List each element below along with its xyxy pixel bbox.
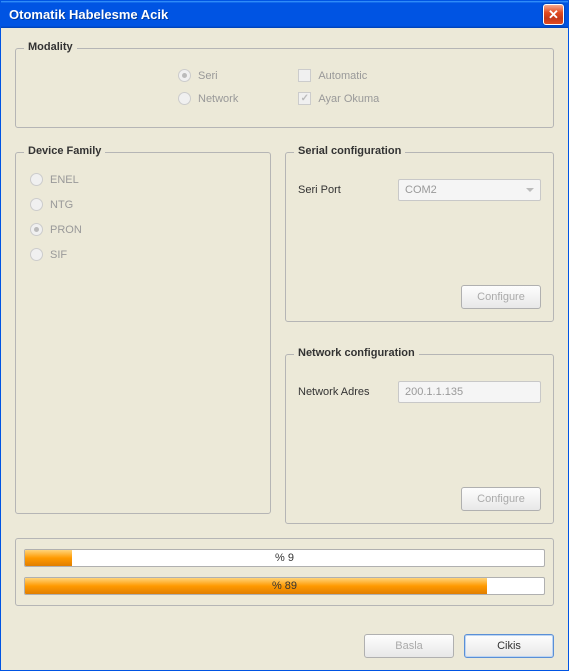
radio-network-label: Network [198,93,238,105]
modality-fieldset: Modality Seri Network Automatic [15,48,554,128]
device-family-list: ENEL NTG PRON SIF [28,167,258,261]
progress-label-2: % 89 [25,578,544,594]
progress-panel: % 9 % 89 [15,538,554,606]
network-config-fieldset: Network configuration Network Adres 200.… [285,354,554,524]
content-area: Modality Seri Network Automatic [1,28,568,670]
device-family-item: SIF [30,248,256,261]
basla-button[interactable]: Basla [364,634,454,658]
modality-legend: Modality [24,41,77,53]
network-configure-button[interactable]: Configure [461,487,541,511]
titlebar: Otomatik Habelesme Acik ✕ [1,1,568,28]
dialog-window: Otomatik Habelesme Acik ✕ Modality Seri … [0,0,569,671]
device-family-item: PRON [30,223,256,236]
radio-icon [30,248,43,261]
device-family-item: NTG [30,198,256,211]
radio-icon [178,92,191,105]
radio-icon [178,69,191,82]
check-automatic-label: Automatic [318,70,367,82]
close-icon: ✕ [548,7,559,23]
seri-port-combo[interactable]: COM2 [398,179,541,201]
chevron-down-icon [526,188,534,192]
close-button[interactable]: ✕ [543,4,564,25]
checkbox-icon [298,69,311,82]
device-family-legend: Device Family [24,145,105,157]
device-family-fieldset: Device Family ENEL NTG PRON [15,152,271,514]
radio-seri: Seri [178,69,238,82]
radio-icon [30,198,43,211]
serial-config-legend: Serial configuration [294,145,405,157]
progress-bar-2: % 89 [24,577,545,595]
radio-icon [30,173,43,186]
cikis-button[interactable]: Cikis [464,634,554,658]
device-family-label: ENEL [50,174,79,186]
radio-network: Network [178,92,238,105]
radio-icon [30,223,43,236]
footer-buttons: Basla Cikis [15,634,554,658]
progress-label-1: % 9 [25,550,544,566]
device-family-label: NTG [50,199,73,211]
serial-configure-button[interactable]: Configure [461,285,541,309]
checkbox-icon [298,92,311,105]
seri-port-label: Seri Port [298,184,388,196]
network-addr-label: Network Adres [298,386,388,398]
check-automatic: Automatic [298,69,379,82]
check-ayar-label: Ayar Okuma [318,93,379,105]
device-family-label: PRON [50,224,82,236]
device-family-item: ENEL [30,173,256,186]
network-addr-field[interactable]: 200.1.1.135 [398,381,541,403]
radio-seri-label: Seri [198,70,218,82]
window-title: Otomatik Habelesme Acik [9,7,543,22]
seri-port-value: COM2 [405,184,437,196]
progress-bar-1: % 9 [24,549,545,567]
network-config-legend: Network configuration [294,347,419,359]
network-addr-value: 200.1.1.135 [405,386,463,398]
device-family-label: SIF [50,249,67,261]
serial-config-fieldset: Serial configuration Seri Port COM2 Conf… [285,152,554,322]
check-ayar-okuma: Ayar Okuma [298,92,379,105]
